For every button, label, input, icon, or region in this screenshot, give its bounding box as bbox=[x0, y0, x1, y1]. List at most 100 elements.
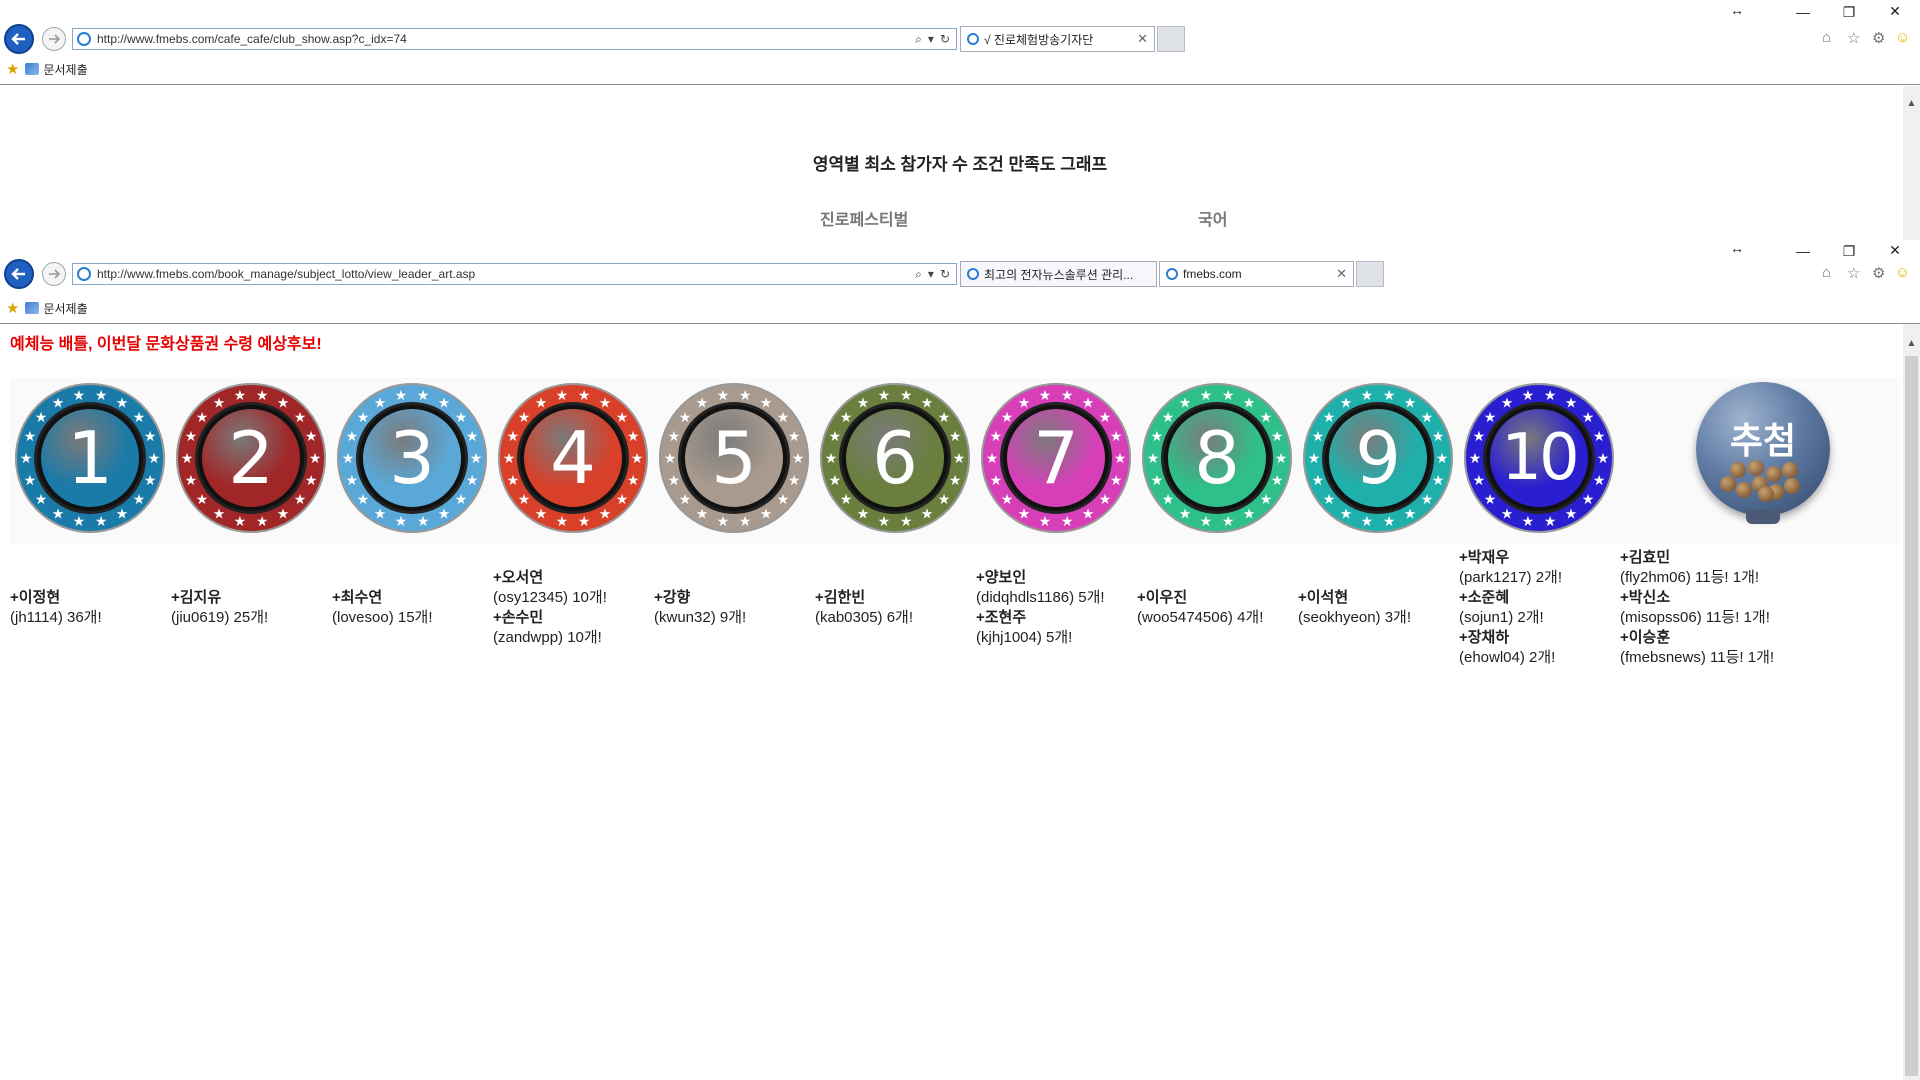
svg-text:★: ★ bbox=[535, 395, 548, 411]
badge-row: ★ ★ ★ ★ ★ ★ ★ ★ ★ ★ ★ ★ ★ ★ ★ ★ ★ ★ 1 ★ ★ ★ ★ ★ ★ ★ ★ ★ ★ ★ ★ ★ ★ ★ ★ ★ ★ 2 ★ ★… bbox=[10, 378, 1900, 544]
svg-text:★: ★ bbox=[1501, 395, 1514, 411]
smiley-feedback-icon[interactable]: ☺ bbox=[1895, 264, 1910, 281]
forward-button[interactable] bbox=[42, 27, 66, 51]
home-icon[interactable]: ⌂ bbox=[1822, 29, 1831, 46]
svg-text:★: ★ bbox=[95, 387, 108, 403]
close-tab-icon[interactable]: ✕ bbox=[1328, 266, 1347, 282]
winner-name: +오서연 bbox=[493, 569, 544, 586]
badge-number: 1 bbox=[37, 405, 143, 511]
svg-text:★: ★ bbox=[417, 513, 430, 529]
scroll-up-arrow[interactable]: ▲ bbox=[1903, 338, 1920, 349]
svg-text:★: ★ bbox=[1323, 409, 1336, 425]
favorites-star-icon[interactable]: ☆ bbox=[1847, 264, 1860, 282]
number-badge-9: ★ ★ ★ ★ ★ ★ ★ ★ ★ ★ ★ ★ ★ ★ ★ ★ ★ ★ 9 bbox=[1298, 378, 1458, 538]
restore-button[interactable]: ❐ bbox=[1839, 243, 1859, 260]
svg-text:★: ★ bbox=[518, 491, 531, 507]
svg-text:★: ★ bbox=[294, 491, 307, 507]
svg-text:★: ★ bbox=[1001, 491, 1014, 507]
winner-name: +김효민 bbox=[1620, 549, 1671, 566]
svg-text:★: ★ bbox=[679, 491, 692, 507]
svg-text:★: ★ bbox=[921, 395, 934, 411]
svg-text:★: ★ bbox=[277, 505, 290, 521]
scroll-up-arrow[interactable]: ▲ bbox=[1903, 98, 1920, 109]
smiley-feedback-icon[interactable]: ☺ bbox=[1895, 29, 1910, 46]
svg-text:★: ★ bbox=[921, 505, 934, 521]
svg-text:★: ★ bbox=[417, 387, 430, 403]
refresh-icon[interactable]: ↻ bbox=[940, 32, 950, 47]
favorites-star-icon[interactable]: ☆ bbox=[1847, 29, 1860, 47]
back-scrollbar[interactable]: ▲ bbox=[1903, 86, 1920, 240]
search-icon[interactable]: ⌕ bbox=[915, 267, 922, 282]
close-window-button[interactable]: ✕ bbox=[1885, 242, 1905, 259]
minimize-button[interactable]: — bbox=[1793, 243, 1813, 259]
svg-text:★: ★ bbox=[1432, 428, 1445, 444]
favorites-item[interactable]: 문서제출 bbox=[25, 300, 88, 317]
address-bar[interactable]: http://www.fmebs.com/cafe_cafe/club_show… bbox=[72, 28, 957, 50]
search-icon[interactable]: ⌕ bbox=[915, 32, 922, 47]
svg-text:★: ★ bbox=[1200, 387, 1213, 403]
back-button[interactable] bbox=[4, 259, 34, 289]
chevron-down-icon[interactable]: ▾ bbox=[928, 32, 934, 47]
svg-text:★: ★ bbox=[1099, 409, 1112, 425]
svg-text:★: ★ bbox=[148, 450, 161, 466]
svg-text:★: ★ bbox=[438, 505, 451, 521]
winner-count: (misopss06) 11등! 1개! bbox=[1620, 609, 1770, 626]
svg-text:★: ★ bbox=[1222, 387, 1235, 403]
badge-ring: ★ ★ ★ ★ ★ ★ ★ ★ ★ ★ ★ ★ ★ ★ ★ ★ ★ ★ 3 bbox=[337, 383, 487, 533]
svg-text:★: ★ bbox=[1243, 395, 1256, 411]
close-window-button[interactable]: ✕ bbox=[1885, 3, 1905, 20]
settings-gear-icon[interactable]: ⚙ bbox=[1872, 29, 1885, 47]
back-button[interactable] bbox=[4, 24, 34, 54]
winner-count: (woo5474506) 4개! bbox=[1137, 609, 1264, 626]
favorites-star-icon[interactable]: ★ bbox=[6, 299, 19, 317]
address-url: http://www.fmebs.com/book_manage/subject… bbox=[97, 267, 476, 281]
svg-text:★: ★ bbox=[374, 505, 387, 521]
ie-tab-icon bbox=[967, 268, 979, 280]
scroll-thumb[interactable] bbox=[1905, 356, 1918, 1076]
svg-text:★: ★ bbox=[1110, 472, 1123, 488]
svg-text:★: ★ bbox=[1162, 409, 1175, 425]
svg-text:★: ★ bbox=[627, 428, 640, 444]
chevron-down-icon[interactable]: ▾ bbox=[928, 267, 934, 282]
address-bar[interactable]: http://www.fmebs.com/book_manage/subject… bbox=[72, 263, 957, 285]
svg-text:★: ★ bbox=[664, 450, 677, 466]
svg-text:★: ★ bbox=[196, 409, 209, 425]
restore-button[interactable]: ❐ bbox=[1839, 4, 1859, 21]
svg-text:★: ★ bbox=[857, 395, 870, 411]
svg-text:★: ★ bbox=[1404, 505, 1417, 521]
svg-text:★: ★ bbox=[878, 387, 891, 403]
tab-back-window[interactable]: √ 진로체험방송기자단 ✕ bbox=[960, 26, 1155, 52]
svg-text:★: ★ bbox=[1522, 387, 1535, 403]
svg-text:★: ★ bbox=[777, 409, 790, 425]
tab-news-solution[interactable]: 최고의 전자뉴스솔루션 관리... bbox=[960, 261, 1157, 287]
svg-text:★: ★ bbox=[294, 409, 307, 425]
svg-text:★: ★ bbox=[840, 409, 853, 425]
svg-text:★: ★ bbox=[1421, 409, 1434, 425]
svg-text:★: ★ bbox=[829, 472, 842, 488]
page-scrollbar[interactable]: ▲ bbox=[1903, 324, 1920, 1080]
new-tab-button[interactable] bbox=[1356, 261, 1384, 287]
ie-page-icon bbox=[77, 32, 91, 46]
address-url: http://www.fmebs.com/cafe_cafe/club_show… bbox=[97, 32, 407, 46]
refresh-icon[interactable]: ↻ bbox=[940, 267, 950, 282]
winner-name: +이승훈 bbox=[1620, 629, 1671, 646]
winner-name: +양보인 bbox=[976, 569, 1027, 586]
arrow-left-icon bbox=[11, 268, 25, 280]
minimize-button[interactable]: — bbox=[1793, 4, 1813, 20]
badge-ring: ★ ★ ★ ★ ★ ★ ★ ★ ★ ★ ★ ★ ★ ★ ★ ★ ★ ★ 4 bbox=[498, 383, 648, 533]
winner-count: (park1217) 2개! bbox=[1459, 569, 1563, 586]
forward-button[interactable] bbox=[42, 262, 66, 286]
settings-gear-icon[interactable]: ⚙ bbox=[1872, 264, 1885, 282]
svg-text:★: ★ bbox=[1061, 513, 1074, 529]
favorites-star-icon[interactable]: ★ bbox=[6, 60, 19, 78]
svg-text:★: ★ bbox=[395, 387, 408, 403]
tab-fmebs[interactable]: fmebs.com ✕ bbox=[1159, 261, 1354, 287]
favorites-item[interactable]: 문서제출 bbox=[25, 61, 88, 78]
new-tab-button[interactable] bbox=[1157, 26, 1185, 52]
winner-list-11: +김효민 (fly2hm06) 11등! 1개! +박신소 (misopss06) 1… bbox=[1620, 548, 1774, 668]
winner-count: (osy12345) 10개! bbox=[493, 589, 607, 606]
winner-name: +박신소 bbox=[1620, 589, 1671, 606]
svg-text:★: ★ bbox=[1312, 428, 1325, 444]
home-icon[interactable]: ⌂ bbox=[1822, 264, 1831, 281]
close-tab-icon[interactable]: ✕ bbox=[1129, 31, 1148, 47]
